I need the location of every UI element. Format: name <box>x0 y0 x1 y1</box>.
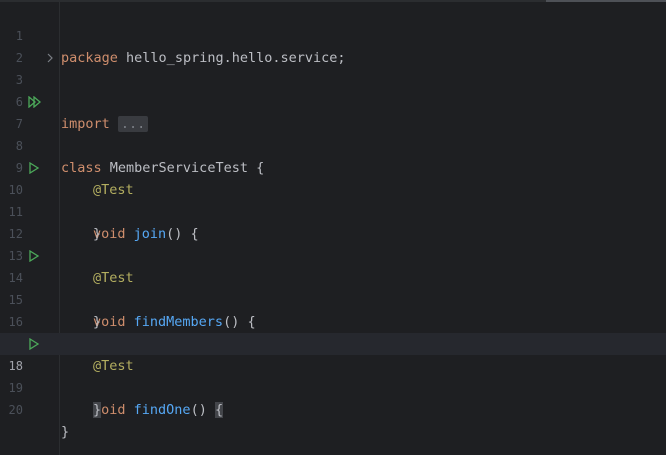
chevron-right-icon[interactable] <box>46 47 54 69</box>
brace: } <box>61 424 70 440</box>
scrollbar-thumb[interactable] <box>546 0 666 2</box>
method-name: findOne <box>133 402 191 418</box>
method-signature: () <box>190 402 215 418</box>
run-all-tests-icon[interactable] <box>28 91 42 113</box>
code-line[interactable]: 6 <box>0 69 666 109</box>
code-line[interactable]: 2 <box>0 25 666 65</box>
code-line[interactable]: 11 } <box>0 179 666 242</box>
code-line[interactable]: 1 package hello_spring.hello.service; <box>0 3 666 66</box>
run-test-icon[interactable] <box>28 245 40 267</box>
code-line[interactable]: 17 @Test <box>0 311 666 374</box>
code-editor[interactable]: 1 package hello_spring.hello.service; 2 … <box>0 0 666 455</box>
code-line[interactable]: 14 void findMembers() { <box>0 245 666 330</box>
matched-brace: } <box>93 402 102 418</box>
code-line[interactable]: 9 @Test <box>0 135 666 198</box>
run-test-icon[interactable] <box>28 157 40 179</box>
horizontal-scrollbar[interactable] <box>0 0 666 2</box>
code-line[interactable]: 3 import ... <box>0 47 666 132</box>
run-test-icon[interactable] <box>28 333 40 355</box>
code-text[interactable]: } <box>61 421 69 443</box>
matched-brace: { <box>214 402 224 418</box>
line-number: 20 <box>8 403 23 417</box>
code-line[interactable]: 8 <box>0 113 666 153</box>
code-line[interactable]: 20 } <box>0 377 666 440</box>
code-text[interactable]: void findOne() { <box>93 399 224 421</box>
code-line[interactable]: 13 @Test <box>0 223 666 286</box>
code-line[interactable]: 12 <box>0 201 666 241</box>
current-code-line[interactable]: 18 void findOne() { <box>0 333 666 418</box>
code-line[interactable]: 16 <box>0 289 666 329</box>
code-text[interactable]: } <box>93 399 102 421</box>
code-line[interactable]: 10 void join() { <box>0 157 666 242</box>
code-line[interactable]: 15 } <box>0 267 666 330</box>
code-line[interactable]: 19 } <box>0 355 666 418</box>
code-line[interactable]: 7 class MemberServiceTest { <box>0 91 666 176</box>
